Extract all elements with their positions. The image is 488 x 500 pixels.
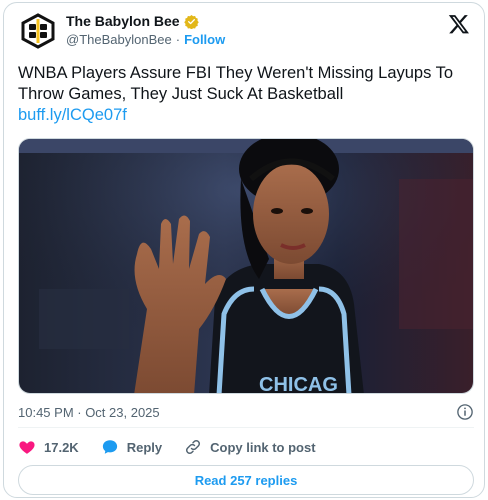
x-logo-icon[interactable] bbox=[448, 13, 470, 35]
photo-basketball-player-icon: CHICAG bbox=[19, 139, 473, 394]
account-name[interactable]: The Babylon Bee bbox=[66, 13, 180, 29]
link-icon bbox=[186, 439, 201, 455]
copy-link-button[interactable]: Copy link to post bbox=[184, 438, 316, 456]
read-replies-label: Read 257 replies bbox=[194, 472, 298, 488]
tweet-header: The Babylon Bee @TheBabylonBee · Follow bbox=[18, 11, 474, 51]
like-count: 17.2K bbox=[44, 439, 79, 455]
divider bbox=[18, 427, 474, 428]
tweet-card: The Babylon Bee @TheBabylonBee · Follow … bbox=[3, 2, 485, 498]
reply-button[interactable]: Reply bbox=[101, 438, 162, 456]
account-handle[interactable]: @TheBabylonBee bbox=[66, 32, 172, 47]
handle-separator: · bbox=[175, 32, 181, 47]
tweet-timestamp[interactable]: 10:45 PM · Oct 23, 2025 bbox=[18, 405, 160, 420]
tweet-meta: 10:45 PM · Oct 23, 2025 bbox=[18, 403, 474, 423]
tweet-body: WNBA Players Assure FBI They Weren't Mis… bbox=[18, 63, 474, 126]
tweet-link[interactable]: buff.ly/lCQe07f bbox=[18, 106, 127, 124]
tweet-actions: 17.2K Reply Copy link to post bbox=[18, 437, 338, 457]
verified-badge-icon bbox=[183, 14, 199, 29]
info-icon[interactable] bbox=[456, 403, 474, 421]
speech-bubble-icon bbox=[102, 440, 117, 454]
follow-button[interactable]: Follow bbox=[184, 32, 225, 47]
reply-label: Reply bbox=[126, 439, 163, 455]
jersey-text: CHICAG bbox=[259, 374, 338, 394]
read-replies-button[interactable]: Read 257 replies bbox=[18, 465, 474, 495]
tweet-text: WNBA Players Assure FBI They Weren't Mis… bbox=[18, 64, 454, 103]
like-button[interactable]: 17.2K bbox=[18, 438, 79, 456]
copy-link-label: Copy link to post bbox=[210, 439, 316, 455]
tweet-media-photo[interactable]: CHICAG bbox=[18, 138, 474, 394]
babylon-bee-logo-icon[interactable] bbox=[18, 13, 58, 49]
heart-icon bbox=[19, 441, 35, 454]
